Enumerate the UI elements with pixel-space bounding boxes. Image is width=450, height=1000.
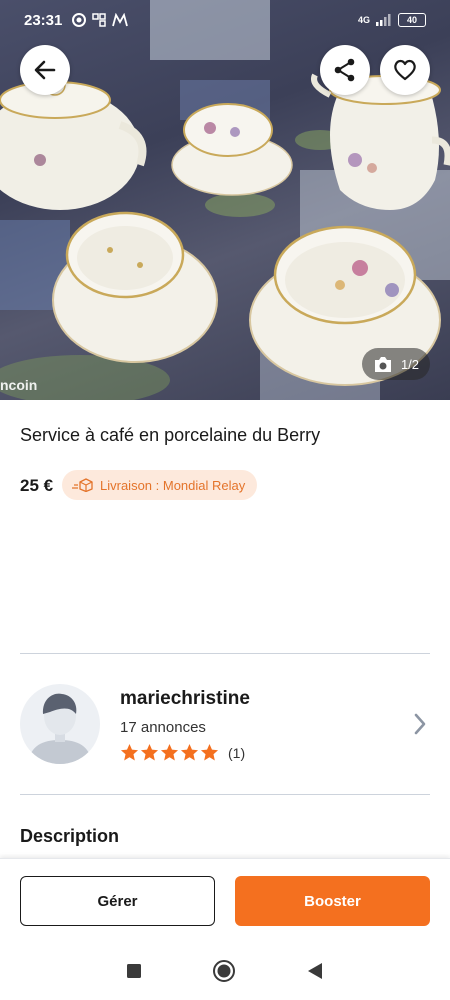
star-icon xyxy=(140,743,159,761)
description-heading: Description xyxy=(20,826,120,846)
seller-ads-count: 17 annonces xyxy=(120,719,206,736)
status-time: 23:31 xyxy=(24,11,63,29)
boost-button[interactable]: Booster xyxy=(235,876,430,926)
star-icon xyxy=(160,743,179,761)
listing-photo[interactable]: 23:31 4G 40 1/2 ncoin xyxy=(0,0,450,400)
star-row xyxy=(120,743,219,762)
delivery-label: Livraison : Mondial Relay xyxy=(100,477,246,493)
seller-profile-link[interactable] xyxy=(408,710,432,738)
avatar-placeholder-icon xyxy=(28,693,92,764)
share-button[interactable] xyxy=(320,45,370,95)
status-bar: 23:31 4G 40 xyxy=(0,0,450,40)
action-bar: Gérer Booster xyxy=(0,858,450,942)
manage-button[interactable]: Gérer xyxy=(20,876,215,926)
back-button[interactable] xyxy=(20,45,70,95)
battery-icon: 40 xyxy=(398,13,426,27)
signal-icon xyxy=(376,14,391,26)
status-notification-icons xyxy=(72,13,129,27)
listing-title: Service à café en porcelaine du Berry xyxy=(20,425,321,445)
seller-rating[interactable]: (1) xyxy=(120,743,245,762)
listing-price: 25 € xyxy=(20,476,54,495)
divider xyxy=(20,653,430,654)
review-count: (1) xyxy=(228,744,246,761)
app-m-icon xyxy=(112,13,129,27)
share-icon xyxy=(334,58,355,82)
chrome-icon xyxy=(72,13,87,27)
signal-label: 4G xyxy=(357,15,370,25)
divider xyxy=(20,794,430,795)
seller-name[interactable]: mariechristine xyxy=(120,688,250,710)
parcel-icon xyxy=(72,478,93,492)
camera-icon xyxy=(374,356,391,372)
star-icon xyxy=(120,743,139,761)
photo-counter-text: 1/2 xyxy=(400,356,420,372)
delivery-badge: Livraison : Mondial Relay xyxy=(62,470,258,500)
seller-avatar[interactable] xyxy=(20,684,100,764)
chevron-right-icon xyxy=(414,713,426,735)
favorite-button[interactable] xyxy=(380,45,430,95)
qr-icon xyxy=(92,13,107,27)
star-icon xyxy=(180,743,199,761)
battery-level: 40 xyxy=(406,15,417,25)
nav-back-icon[interactable] xyxy=(306,962,324,980)
status-right: 4G 40 xyxy=(358,13,426,27)
nav-home-icon[interactable] xyxy=(212,959,236,983)
back-arrow-icon xyxy=(34,60,56,80)
photo-counter[interactable]: 1/2 xyxy=(362,348,430,380)
system-nav-bar xyxy=(0,942,450,1000)
nav-recents-icon[interactable] xyxy=(126,963,142,979)
heart-icon xyxy=(394,59,416,81)
photo-watermark: ncoin xyxy=(0,377,38,393)
star-icon xyxy=(200,743,219,761)
